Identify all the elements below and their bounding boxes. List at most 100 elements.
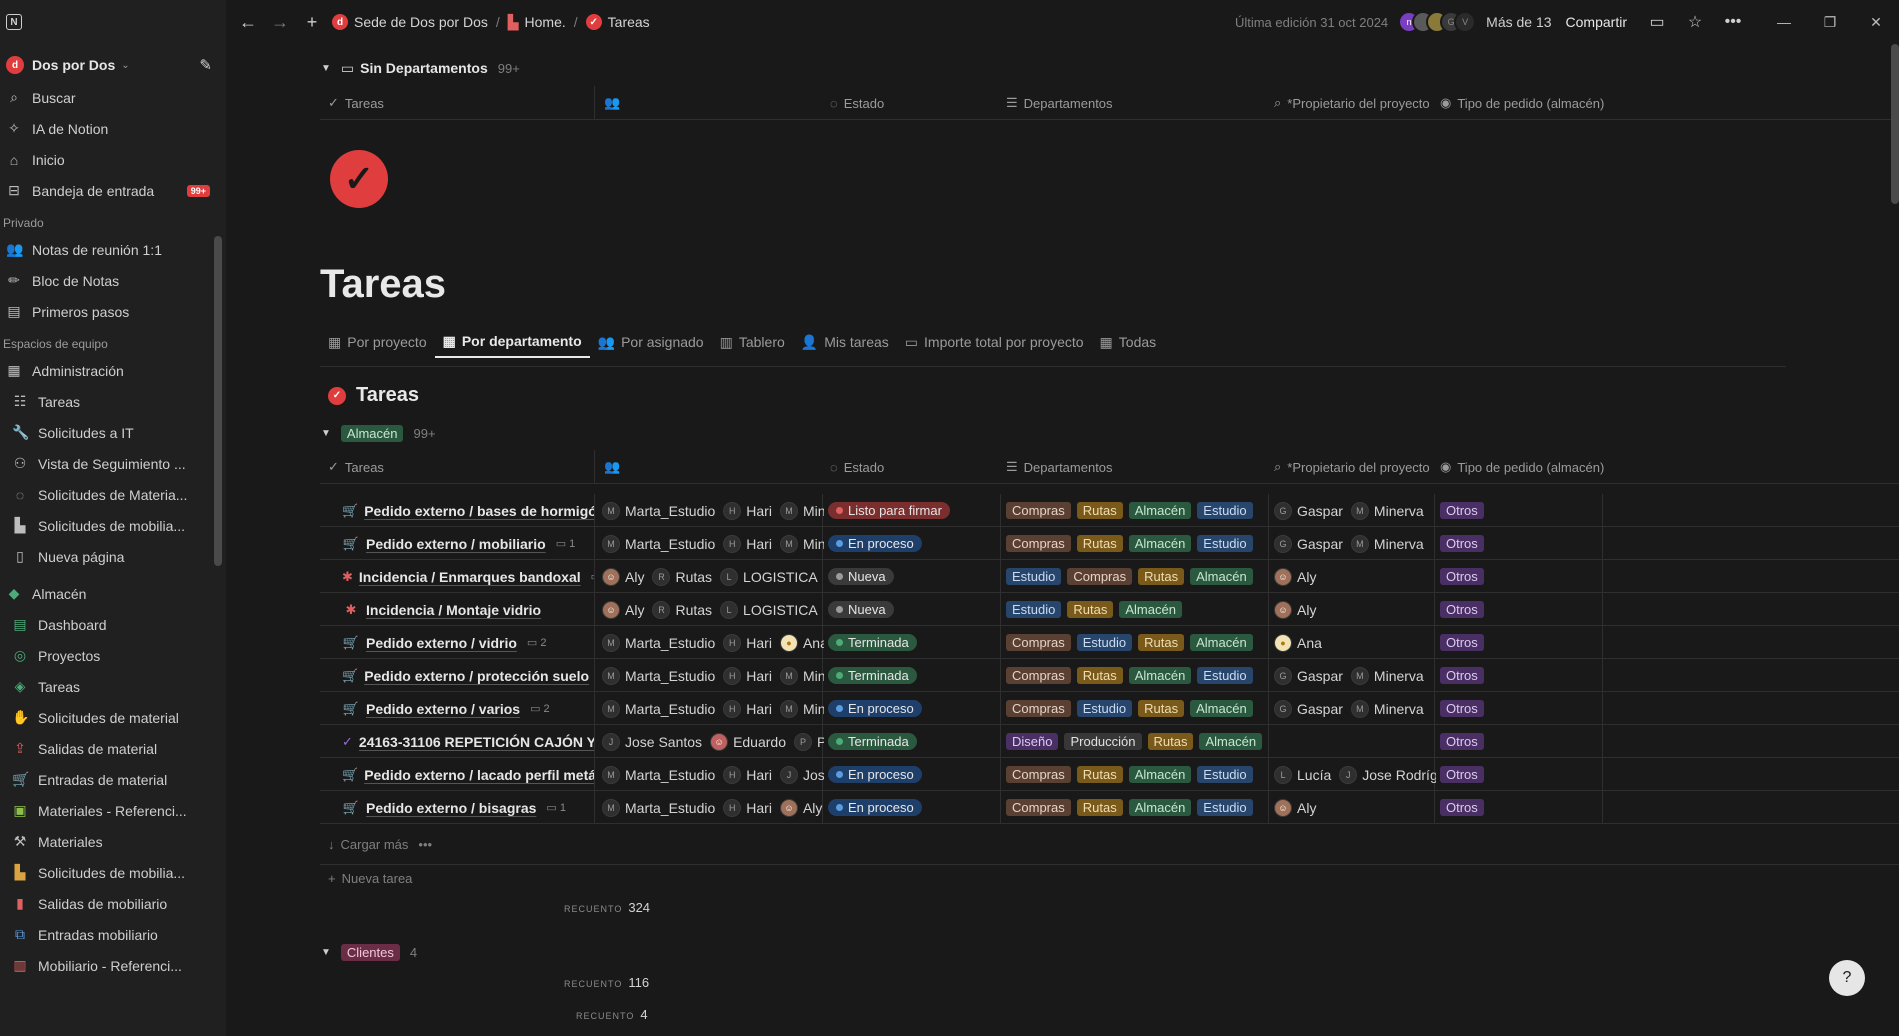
sidebar-item-admin-tareas[interactable]: ☷ Tareas [0, 386, 226, 417]
sidebar-item-ai[interactable]: ✧ IA de Notion [0, 113, 226, 144]
sidebar-item-search[interactable]: ⌕ Buscar [0, 82, 226, 113]
close-icon[interactable]: ✕ [1853, 14, 1899, 31]
new-page-plus-icon[interactable]: + [302, 12, 322, 33]
column-header-departments[interactable]: ☰ Departamentos [1006, 86, 1113, 120]
status-cell[interactable]: En proceso [828, 791, 998, 824]
load-more-row[interactable]: ↓ Cargar más ••• [320, 830, 1899, 858]
owner-cell[interactable]: ☺ Aly [1274, 560, 1436, 593]
comments-icon[interactable]: ▭ [1647, 12, 1667, 32]
assignees-cell[interactable]: M Marta_Estudio H Hari ☺ Aly [602, 791, 824, 824]
back-arrow-icon[interactable]: ← [238, 12, 258, 33]
status-cell[interactable]: En proceso [828, 527, 998, 560]
task-name[interactable]: Incidencia / Enmarques bandoxal [359, 569, 581, 585]
breadcrumb-home[interactable]: ▙ Home. [508, 14, 566, 31]
owner-cell[interactable]: G Gaspar M Minerva [1274, 494, 1436, 527]
status-cell[interactable]: Nueva [828, 593, 998, 626]
share-button[interactable]: Compartir [1566, 14, 1627, 30]
assignees-cell[interactable]: MMarta_EstudioHHariMMinerva [602, 692, 824, 725]
status-cell[interactable]: Terminada [828, 725, 998, 758]
help-button[interactable]: ? [1829, 960, 1865, 996]
group-header-sin-departamentos[interactable]: ▼ ▭ Sin Departamentos 99+ [321, 56, 520, 80]
collapse-triangle-icon[interactable]: ▼ [321, 63, 331, 74]
sidebar-item-almacen[interactable]: ◆ Almacén [0, 578, 226, 609]
tab-todas[interactable]: ▦ Todas [1092, 326, 1165, 358]
owner-cell[interactable]: ☺ Aly [1274, 593, 1436, 626]
status-cell[interactable]: Listo para firmar [828, 494, 998, 527]
task-name[interactable]: Pedido externo / mobiliario [366, 536, 546, 552]
assignees-cell[interactable]: M Marta_Estudio H Hari ● Ana [602, 626, 824, 659]
order-type-cell[interactable]: Otros [1440, 593, 1600, 626]
owner-cell[interactable]: ☺ Aly [1274, 791, 1436, 824]
task-name-cell[interactable]: 🛒 Pedido externo / lacado perfil metálico… [342, 758, 594, 791]
table-row[interactable]: ✓ 24163-31106 REPETICIÓN CAJÓN YSL ESC I J… [320, 725, 1899, 758]
table-row[interactable]: 🛒 Pedido externo / varios ▭ 2 M Marta_Estudi… [320, 692, 1899, 725]
page-icon-check[interactable]: ✓ [330, 150, 388, 208]
order-type-cell[interactable]: Otros [1440, 626, 1600, 659]
sidebar-item-administracion[interactable]: ▦ Administración [0, 355, 226, 386]
sidebar-item-materiales[interactable]: ⚒ Materiales [0, 826, 226, 857]
sidebar-item-almacen-tareas[interactable]: ◈ Tareas [0, 671, 226, 702]
departments-cell[interactable]: Compras Rutas Almacén Estudio [1006, 494, 1268, 527]
sidebar-item-salidas-mobiliario[interactable]: ▮ Salidas de mobiliario [0, 888, 226, 919]
column-header-status[interactable]: ◌ Estado [830, 450, 884, 484]
status-cell[interactable]: Nueva [828, 560, 998, 593]
more-collaborators-label[interactable]: Más de 13 [1486, 14, 1551, 30]
column-header-status[interactable]: ◌ Estado [830, 86, 884, 120]
departments-cell[interactable]: DiseñoProducciónRutasAlmacénTaller [1006, 725, 1268, 758]
table-row[interactable]: ✱ Incidencia / Montaje vidrio ☺ Aly R Rutas L L… [320, 593, 1899, 626]
column-header-owner[interactable]: ⌕ *Propietario del proyecto [1274, 450, 1430, 484]
more-options-icon[interactable]: ••• [1723, 13, 1743, 31]
task-name[interactable]: Pedido externo / varios [366, 701, 520, 717]
favorite-star-icon[interactable]: ☆ [1685, 12, 1705, 32]
sidebar-item-proyectos[interactable]: ◎ Proyectos [0, 640, 226, 671]
sidebar-item-sol-mobiliario-2[interactable]: ▙ Solicitudes de mobilia... [0, 857, 226, 888]
assignees-cell[interactable]: M Marta_Estudio HHari JJose Rodr [602, 758, 824, 791]
table-row[interactable]: 🛒 Pedido externo / lacado perfil metálico… [320, 758, 1899, 791]
sidebar-item-seguimiento[interactable]: ⚇ Vista de Seguimiento ... [0, 448, 226, 479]
column-header-order-type[interactable]: ◉ Tipo de pedido (almacén) [1440, 86, 1604, 120]
departments-cell[interactable]: Compras Rutas Almacén Estudio [1006, 758, 1268, 791]
collaborator-avatars[interactable]: n G V [1398, 11, 1477, 33]
owner-cell[interactable]: ● Ana [1274, 626, 1436, 659]
sidebar-item-sol-material-2[interactable]: ✋ Solicitudes de material [0, 702, 226, 733]
column-header-assignees[interactable]: 👥 [604, 86, 620, 120]
more-options-icon[interactable]: ••• [418, 837, 432, 852]
breadcrumb-tareas[interactable]: ✓ Tareas [585, 14, 650, 30]
new-task-row[interactable]: + Nueva tarea [320, 864, 1899, 892]
task-name[interactable]: Pedido externo / bases de hormigón [364, 503, 594, 519]
order-type-cell[interactable]: Otros [1440, 659, 1600, 692]
column-header-task[interactable]: ✓ Tareas [328, 450, 384, 484]
owner-cell[interactable]: G Gaspar M Minerva [1274, 659, 1436, 692]
sidebar-item-sol-mobiliario[interactable]: ▙ Solicitudes de mobilia... [0, 510, 226, 541]
page-title[interactable]: Tareas [320, 262, 446, 307]
assignees-cell[interactable]: MMarta_EstudioHHariMMinerva [602, 659, 824, 692]
task-name[interactable]: Incidencia / Montaje vidrio [366, 602, 541, 618]
task-name-cell[interactable]: 🛒 Pedido externo / mobiliario ▭ 1 [342, 527, 594, 560]
order-type-cell[interactable]: Otros [1440, 791, 1600, 824]
assignees-cell[interactable]: ☺AlyRRutasLLOGISTICAMMa [602, 560, 824, 593]
task-name[interactable]: Pedido externo / bisagras [366, 800, 536, 816]
owner-cell[interactable]: L Lucía JJose Rodríguez [1274, 758, 1436, 791]
task-name[interactable]: Pedido externo / vidrio [366, 635, 517, 651]
status-cell[interactable]: En proceso [828, 692, 998, 725]
column-header-assignees[interactable]: 👥 [604, 450, 620, 484]
task-name-cell[interactable]: ✓ 24163-31106 REPETICIÓN CAJÓN YSL ESC I [342, 725, 594, 758]
sidebar-item-it[interactable]: 🔧 Solicitudes a IT [0, 417, 226, 448]
column-header-departments[interactable]: ☰ Departamentos [1006, 450, 1113, 484]
departments-cell[interactable]: Estudio Compras Rutas Almacén [1006, 560, 1268, 593]
task-name-cell[interactable]: 🛒Pedido externo / bases de hormigón▭ 2 [342, 494, 594, 527]
restore-icon[interactable]: ❐ [1807, 14, 1853, 31]
status-cell[interactable]: En proceso [828, 758, 998, 791]
task-name-cell[interactable]: ✱ Incidencia / Montaje vidrio [342, 593, 594, 626]
main-scrollbar[interactable] [1891, 44, 1899, 204]
collapse-triangle-icon[interactable]: ▼ [321, 947, 331, 958]
tab-mis-tareas[interactable]: 👤 Mis tareas [793, 326, 897, 358]
order-type-cell[interactable]: Otros [1440, 560, 1600, 593]
order-type-cell[interactable]: Otros [1440, 527, 1600, 560]
table-row[interactable]: 🛒 Pedido externo / vidrio ▭ 2 M Marta_Estudi… [320, 626, 1899, 659]
sidebar-item-inbox[interactable]: ⊟ Bandeja de entrada 99+ [0, 175, 226, 206]
task-name-cell[interactable]: 🛒 Pedido externo / vidrio ▭ 2 [342, 626, 594, 659]
collapse-triangle-icon[interactable]: ▼ [321, 428, 331, 439]
tab-importe-total[interactable]: ▭ Importe total por proyecto [897, 326, 1092, 358]
owner-cell[interactable]: G Gaspar M Minerva [1274, 692, 1436, 725]
